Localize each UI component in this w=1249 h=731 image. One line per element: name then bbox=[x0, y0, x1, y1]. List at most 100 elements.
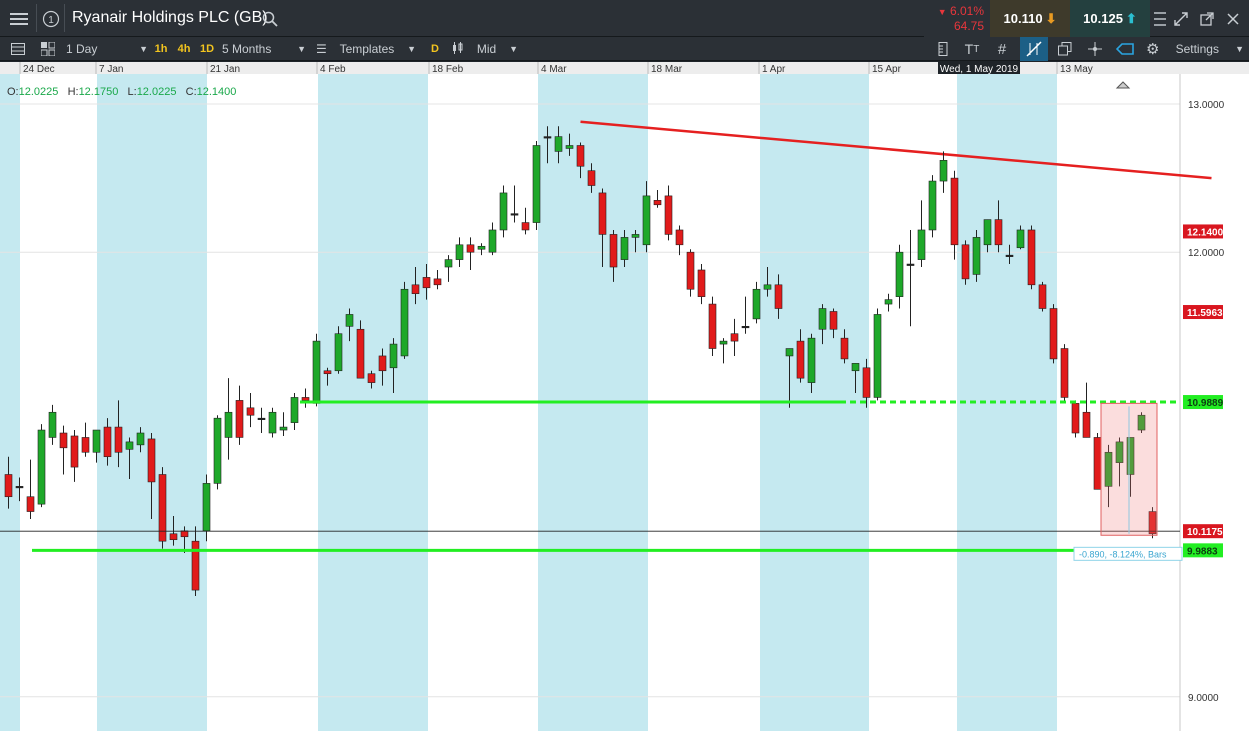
candle bbox=[268, 407, 277, 438]
candles-icon bbox=[452, 41, 464, 57]
candle bbox=[1027, 225, 1036, 290]
candle-body bbox=[1093, 437, 1102, 490]
candle-body bbox=[1082, 411, 1091, 438]
expand-icon[interactable] bbox=[1170, 8, 1192, 30]
price-tag-label: 10.9889 bbox=[1187, 398, 1224, 409]
price-change: ▼ 6.01% 64.75 bbox=[924, 0, 990, 37]
text-size-icon[interactable]: TT bbox=[960, 39, 984, 59]
crosshair-date: Wed, 1 May 2019 bbox=[940, 64, 1019, 75]
price-tick-label: 9.0000 bbox=[1188, 693, 1219, 704]
candle-body bbox=[752, 288, 761, 320]
candle-body bbox=[697, 269, 706, 297]
candle-body bbox=[345, 314, 354, 327]
candle-body bbox=[1038, 284, 1047, 309]
candle-body bbox=[950, 177, 959, 246]
date-tick-label: 18 Mar bbox=[651, 64, 683, 75]
candle-body bbox=[224, 411, 233, 438]
candle-body bbox=[246, 407, 255, 416]
candle bbox=[158, 467, 167, 549]
label-tag-icon[interactable] bbox=[1112, 39, 1138, 59]
candle-body bbox=[587, 170, 596, 186]
candle-body bbox=[114, 426, 123, 453]
candle-body bbox=[708, 303, 717, 349]
top-bar: 1 Ryanair Holdings PLC (GB) ▼ 6.01% 64.7… bbox=[0, 0, 1249, 37]
candle-body bbox=[1027, 229, 1036, 286]
price-mode-select[interactable]: Mid ▼ bbox=[452, 40, 518, 58]
candle-body bbox=[191, 540, 200, 591]
settings-button[interactable]: ⚙ Settings ▼ bbox=[1146, 39, 1244, 59]
layout-icon[interactable] bbox=[8, 40, 28, 58]
candle-body bbox=[961, 244, 970, 280]
open-value: 12.0225 bbox=[18, 86, 59, 98]
candle-body bbox=[466, 244, 475, 253]
candle-body bbox=[1060, 348, 1069, 398]
info-icon[interactable]: 1 bbox=[40, 7, 62, 31]
menu-icon[interactable] bbox=[6, 7, 32, 31]
range-select[interactable]: 5 Months ▼ bbox=[222, 40, 306, 58]
date-tick-label: 1 Apr bbox=[762, 64, 786, 75]
candle-body bbox=[653, 200, 662, 206]
candle-body bbox=[774, 284, 783, 309]
candle-body bbox=[928, 180, 937, 231]
candle-body bbox=[433, 278, 442, 286]
popout-icon[interactable] bbox=[1196, 8, 1218, 30]
price-chart[interactable]: -0.890, -8.124%, Bars 13.0000 12.0000 9.00… bbox=[0, 62, 1249, 731]
interval-4h-button[interactable]: 4h bbox=[175, 40, 193, 58]
candle-body bbox=[400, 288, 409, 357]
candle-body bbox=[301, 397, 310, 401]
candle-body bbox=[521, 222, 530, 231]
crosshair-grid-icon[interactable]: # bbox=[990, 39, 1014, 59]
candle-body bbox=[268, 411, 277, 434]
candle-body bbox=[213, 417, 222, 484]
candle-body bbox=[147, 438, 156, 483]
candle-body bbox=[444, 259, 453, 268]
candle-body bbox=[378, 355, 387, 372]
ruler-icon[interactable] bbox=[932, 39, 954, 59]
candle-body bbox=[675, 229, 684, 246]
change-absolute: 64.75 bbox=[953, 19, 984, 33]
interval-1h-button[interactable]: 1h bbox=[152, 40, 170, 58]
candle-body bbox=[81, 437, 90, 453]
interval-select[interactable]: 1 Day ▼ bbox=[66, 40, 148, 58]
chart-canvas[interactable]: -0.890, -8.124%, Bars 13.0000 12.0000 9.00… bbox=[0, 62, 1249, 731]
chevron-down-icon: ▼ bbox=[139, 44, 148, 54]
d-button[interactable]: D bbox=[428, 40, 442, 58]
candle-body bbox=[895, 251, 904, 297]
instrument-title: Ryanair Holdings PLC (GB) bbox=[72, 9, 268, 26]
down-arrow-icon: ▼ bbox=[937, 7, 947, 17]
crosshair-icon[interactable] bbox=[1084, 39, 1106, 59]
buy-price: 10.125 bbox=[1083, 11, 1123, 26]
candle-body bbox=[70, 435, 79, 468]
templates-icon: ☰ bbox=[316, 42, 327, 56]
candle-body bbox=[807, 337, 816, 383]
candle-body bbox=[125, 441, 134, 450]
sell-button[interactable]: 10.110 ⬇ bbox=[990, 0, 1070, 37]
grid-layout-icon[interactable] bbox=[38, 40, 58, 58]
list-icon[interactable] bbox=[1151, 8, 1169, 30]
interval-1d-button[interactable]: 1D bbox=[197, 40, 217, 58]
candle bbox=[532, 141, 541, 230]
copy-icon[interactable] bbox=[1054, 39, 1076, 59]
candle-body bbox=[1071, 403, 1080, 434]
candle-body bbox=[598, 192, 607, 235]
candle-body bbox=[455, 244, 464, 260]
candle bbox=[1049, 304, 1058, 364]
chart-toolbar: 1 Day ▼ 1h 4h 1D 5 Months ▼ ☰ Templates … bbox=[0, 37, 1249, 61]
date-tick-label: 15 Apr bbox=[872, 64, 902, 75]
candle-body bbox=[939, 160, 948, 182]
draw-tools-icon[interactable] bbox=[1020, 37, 1048, 61]
candle-body bbox=[763, 284, 772, 290]
candle bbox=[972, 229, 981, 282]
chevron-down-icon: ▼ bbox=[509, 44, 518, 54]
close-icon[interactable] bbox=[1222, 8, 1244, 30]
candle-body bbox=[499, 192, 508, 231]
candle-body bbox=[367, 373, 376, 383]
templates-select[interactable]: ☰ Templates ▼ bbox=[316, 40, 416, 58]
search-icon[interactable] bbox=[260, 9, 280, 29]
candle-body bbox=[37, 429, 46, 505]
buy-button[interactable]: 10.125 ⬆ bbox=[1070, 0, 1150, 37]
candle-body bbox=[1005, 254, 1014, 257]
candle bbox=[213, 415, 222, 490]
candle bbox=[1071, 400, 1080, 438]
candle-body bbox=[1016, 229, 1025, 249]
